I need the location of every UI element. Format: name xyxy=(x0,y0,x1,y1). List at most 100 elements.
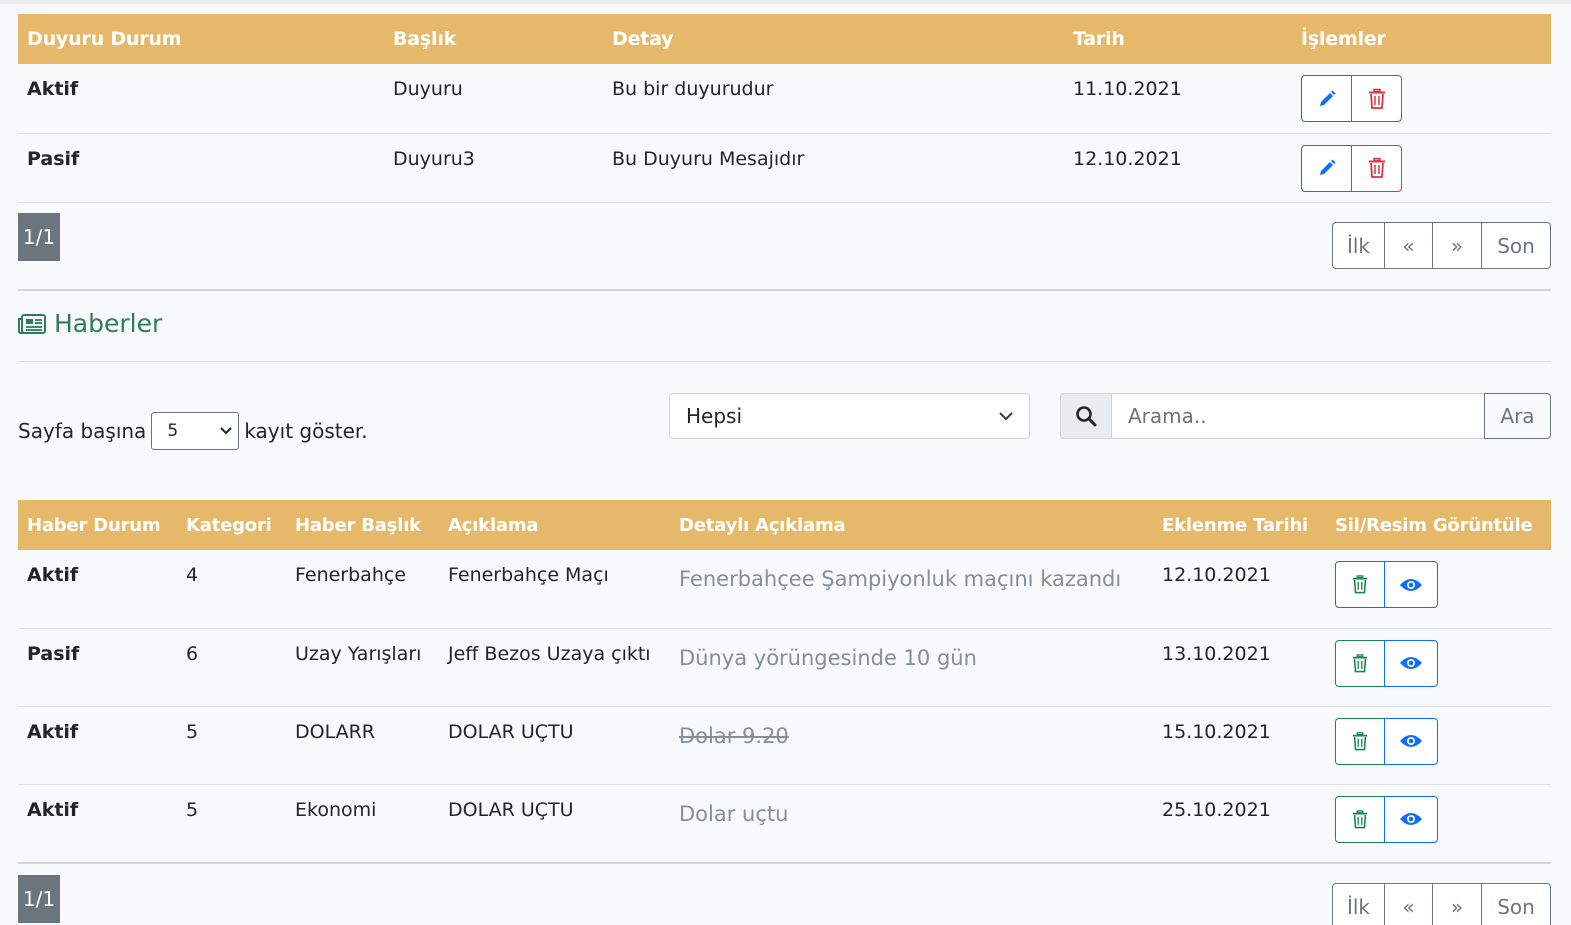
column-header[interactable]: Detay xyxy=(603,14,1064,64)
view-image-button[interactable] xyxy=(1384,717,1438,765)
delete-button[interactable] xyxy=(1335,639,1385,687)
delete-button[interactable] xyxy=(1335,561,1385,608)
section-title-divider xyxy=(18,361,1551,362)
table-row: Pasif Duyuru3 Bu Duyuru Mesajıdır 12.10.… xyxy=(18,133,1551,203)
row-actions xyxy=(1335,561,1438,608)
table-row: Aktif 4 Fenerbahçe Fenerbahçe Maçı Fener… xyxy=(18,550,1551,629)
title-cell: Uzay Yarışları xyxy=(286,628,439,707)
table-header-row: Haber Durum Kategori Haber Başlık Açıkla… xyxy=(18,500,1551,550)
delete-button[interactable] xyxy=(1335,717,1385,765)
column-header[interactable]: Detaylı Açıklama xyxy=(670,500,1153,550)
search-button[interactable]: Ara xyxy=(1484,393,1551,439)
per-page-suffix: kayıt göster. xyxy=(244,419,368,443)
pagination-last-button[interactable]: Son xyxy=(1481,883,1551,925)
title-cell: Fenerbahçe xyxy=(286,550,439,629)
category-cell: 6 xyxy=(177,628,286,707)
column-header[interactable]: Duyuru Durum xyxy=(18,14,384,64)
table-row: Pasif 6 Uzay Yarışları Jeff Bezos Uzaya … xyxy=(18,628,1551,707)
page-indicator: 1/1 xyxy=(18,875,60,923)
per-page-prefix: Sayfa başına xyxy=(18,419,147,443)
search-group: Ara xyxy=(1060,393,1551,439)
pagination-first-button[interactable]: İlk xyxy=(1332,222,1385,269)
column-header[interactable]: Açıklama xyxy=(439,500,670,550)
news-section-title: Haberler xyxy=(18,309,162,338)
search-input[interactable] xyxy=(1112,393,1485,439)
date-cell: 25.10.2021 xyxy=(1153,784,1326,863)
detail-cell: Dünya yörüngesinde 10 gün xyxy=(670,628,1153,707)
table-row: Aktif 5 Ekonomi DOLAR UÇTU Dolar uçtu 25… xyxy=(18,784,1551,863)
date-cell: 13.10.2021 xyxy=(1153,628,1326,707)
actions-cell xyxy=(1326,706,1551,785)
delete-button[interactable] xyxy=(1335,795,1385,843)
table-bottom-divider xyxy=(18,862,1551,864)
search-icon xyxy=(1076,406,1097,427)
column-header[interactable]: Haber Başlık xyxy=(286,500,439,550)
view-image-button[interactable] xyxy=(1384,639,1438,687)
actions-cell xyxy=(1326,550,1551,629)
pagination-next-button[interactable]: » xyxy=(1432,883,1482,925)
pagination-first-button[interactable]: İlk xyxy=(1332,883,1385,925)
view-image-button[interactable] xyxy=(1384,561,1438,608)
delete-button[interactable] xyxy=(1351,75,1402,122)
eye-icon xyxy=(1400,657,1422,669)
announcements-pagination: İlk « » Son xyxy=(1332,222,1551,269)
column-header[interactable]: Başlık xyxy=(384,14,603,64)
table-header-row: Duyuru Durum Başlık Detay Tarih İşlemler xyxy=(18,14,1551,64)
column-header[interactable]: Kategori xyxy=(177,500,286,550)
status-cell: Pasif xyxy=(18,628,177,707)
row-actions xyxy=(1301,75,1402,122)
trash-icon xyxy=(1352,575,1368,594)
date-cell: 12.10.2021 xyxy=(1153,550,1326,629)
per-page-select[interactable]: 5 xyxy=(151,412,240,450)
announcements-table: Duyuru Durum Başlık Detay Tarih İşlemler… xyxy=(18,14,1551,203)
chevron-down-icon xyxy=(999,411,1013,420)
actions-cell xyxy=(1326,628,1551,707)
date-cell: 15.10.2021 xyxy=(1153,706,1326,785)
row-actions xyxy=(1301,144,1402,192)
row-actions xyxy=(1335,717,1438,765)
table-row: Aktif Duyuru Bu bir duyurudur 11.10.2021 xyxy=(18,64,1551,134)
trash-icon xyxy=(1352,653,1368,672)
column-header: Sil/Resim Görüntüle xyxy=(1326,500,1551,550)
actions-cell xyxy=(1292,133,1551,203)
pencil-icon xyxy=(1319,90,1335,106)
detail-cell: Dolar 9.20 xyxy=(670,706,1153,785)
description-cell: DOLAR UÇTU xyxy=(439,784,670,863)
detail-cell: Fenerbahçee Şampiyonluk maçını kazandı xyxy=(670,550,1153,629)
column-header[interactable]: Tarih xyxy=(1064,14,1292,64)
per-page-control: Sayfa başına 5 kayıt göster. xyxy=(18,412,368,450)
per-page-value: 5 xyxy=(167,421,179,441)
pagination-last-button[interactable]: Son xyxy=(1481,222,1551,269)
edit-button[interactable] xyxy=(1301,144,1352,192)
pagination-prev-button[interactable]: « xyxy=(1384,222,1433,269)
column-header[interactable]: Eklenme Tarihi xyxy=(1153,500,1326,550)
title-cell: Ekonomi xyxy=(286,784,439,863)
status-cell: Aktif xyxy=(18,550,177,629)
trash-icon xyxy=(1352,809,1368,828)
title-cell: Duyuru3 xyxy=(384,133,603,203)
edit-button[interactable] xyxy=(1301,75,1352,122)
trash-icon xyxy=(1352,731,1368,750)
title-cell: DOLARR xyxy=(286,706,439,785)
column-header[interactable]: Haber Durum xyxy=(18,500,177,550)
pencil-icon xyxy=(1319,159,1335,175)
trash-icon xyxy=(1368,157,1385,178)
title-cell: Duyuru xyxy=(384,64,603,134)
page-indicator: 1/1 xyxy=(18,213,60,261)
row-actions xyxy=(1335,795,1438,843)
delete-button[interactable] xyxy=(1351,144,1402,192)
category-cell: 5 xyxy=(177,706,286,785)
column-header: İşlemler xyxy=(1292,14,1551,64)
pagination-next-button[interactable]: » xyxy=(1432,222,1482,269)
view-image-button[interactable] xyxy=(1384,795,1438,843)
news-table: Haber Durum Kategori Haber Başlık Açıkla… xyxy=(18,500,1551,863)
table-row: Aktif 5 DOLARR DOLAR UÇTU Dolar 9.20 15.… xyxy=(18,706,1551,785)
status-cell: Pasif xyxy=(18,133,384,203)
actions-cell xyxy=(1292,64,1551,134)
category-filter-select[interactable]: Hepsi xyxy=(669,393,1030,439)
eye-icon xyxy=(1400,735,1422,747)
detail-cell: Bu Duyuru Mesajıdır xyxy=(603,133,1064,203)
category-filter-value: Hepsi xyxy=(686,404,743,428)
chevron-down-icon xyxy=(220,427,233,435)
pagination-prev-button[interactable]: « xyxy=(1384,883,1433,925)
